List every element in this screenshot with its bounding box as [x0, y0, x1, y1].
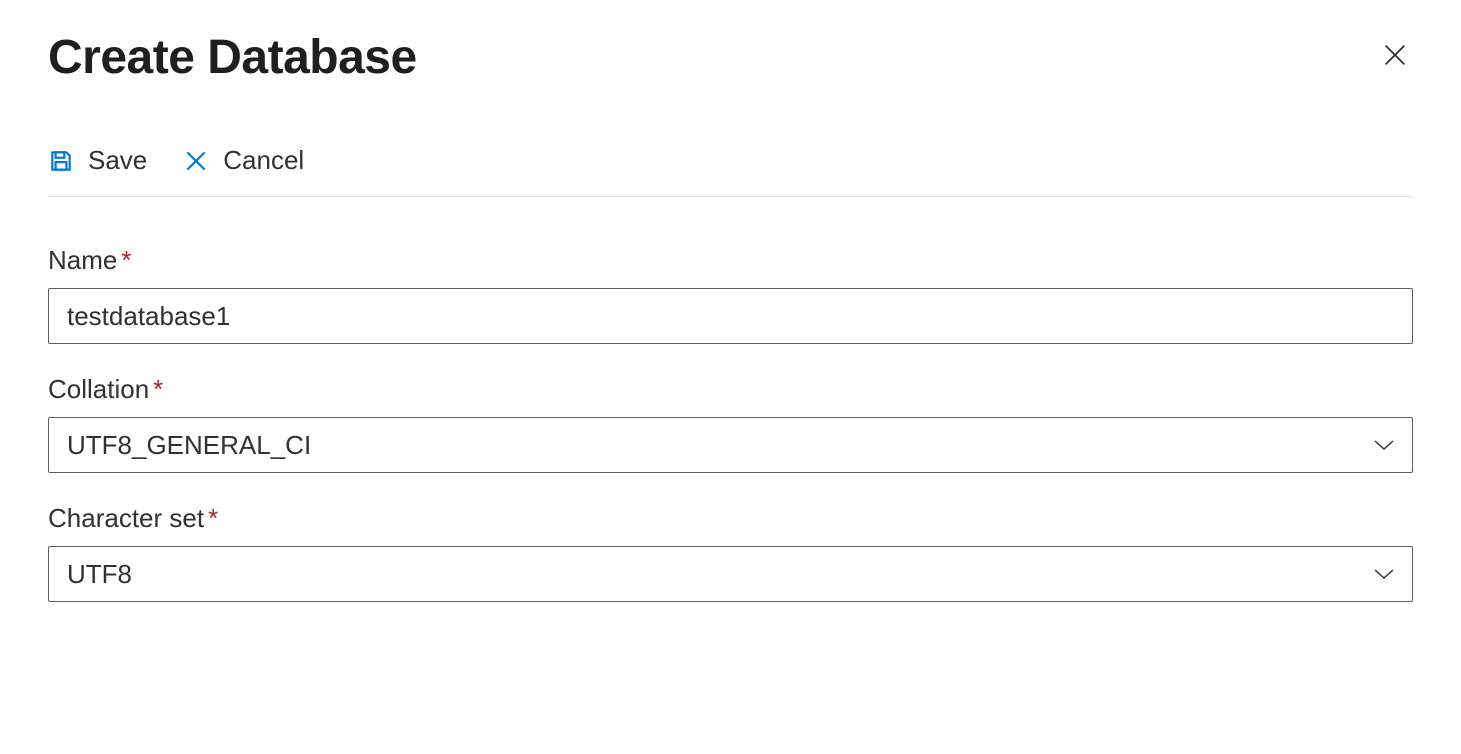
collation-label: Collation*: [48, 374, 1413, 405]
collation-field-group: Collation* UTF8_GENERAL_CI: [48, 374, 1413, 473]
cancel-icon: [183, 148, 209, 174]
name-input[interactable]: [48, 288, 1413, 344]
charset-label-text: Character set: [48, 503, 204, 533]
charset-select-wrap: UTF8: [48, 546, 1413, 602]
close-button[interactable]: [1377, 40, 1413, 76]
save-button[interactable]: Save: [48, 145, 147, 176]
required-asterisk: *: [121, 245, 131, 275]
name-label-text: Name: [48, 245, 117, 275]
cancel-label: Cancel: [223, 145, 304, 176]
collation-value: UTF8_GENERAL_CI: [67, 430, 311, 461]
save-icon: [48, 148, 74, 174]
header-row: Create Database: [48, 30, 1413, 85]
name-field-group: Name*: [48, 245, 1413, 344]
charset-select[interactable]: UTF8: [48, 546, 1413, 602]
charset-value: UTF8: [67, 559, 132, 590]
charset-field-group: Character set* UTF8: [48, 503, 1413, 602]
required-asterisk: *: [208, 503, 218, 533]
collation-label-text: Collation: [48, 374, 149, 404]
cancel-button[interactable]: Cancel: [183, 145, 304, 176]
name-label: Name*: [48, 245, 1413, 276]
close-icon: [1381, 41, 1409, 74]
page-title: Create Database: [48, 30, 417, 85]
required-asterisk: *: [153, 374, 163, 404]
charset-label: Character set*: [48, 503, 1413, 534]
toolbar: Save Cancel: [48, 145, 1413, 197]
collation-select[interactable]: UTF8_GENERAL_CI: [48, 417, 1413, 473]
save-label: Save: [88, 145, 147, 176]
collation-select-wrap: UTF8_GENERAL_CI: [48, 417, 1413, 473]
